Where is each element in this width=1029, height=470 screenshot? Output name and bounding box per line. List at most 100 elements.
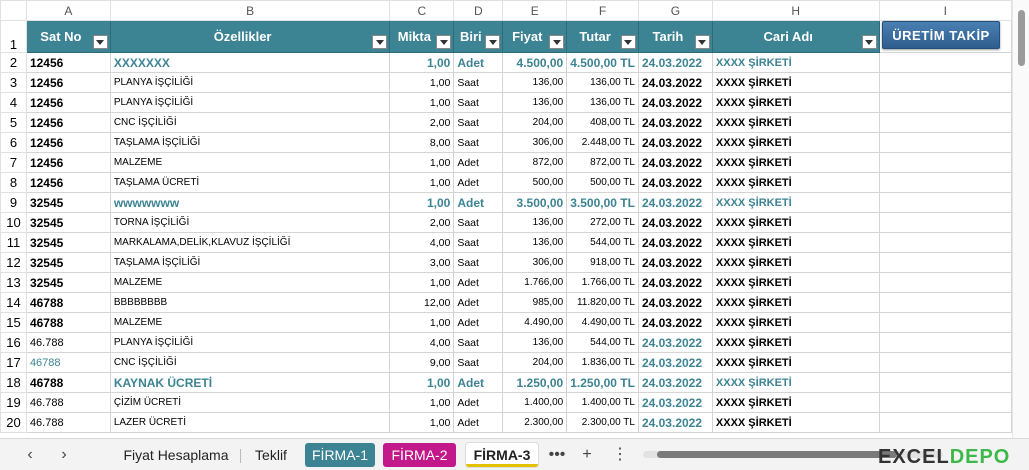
header-cari-adi[interactable]: Cari Adı [711, 20, 880, 53]
cell-sat-no[interactable]: 46.788 [25, 392, 111, 413]
cell-miktar[interactable]: 9,00 [389, 352, 455, 373]
cell-fiyat[interactable]: 4.500,00 [502, 52, 568, 73]
cell-sat-no[interactable]: 32545 [25, 232, 111, 253]
cell-tutar[interactable]: 544,00 TL [566, 232, 639, 253]
cell-i[interactable] [878, 92, 1012, 113]
cell-tutar[interactable]: 500,00 TL [566, 172, 639, 193]
cell-cari-adi[interactable]: XXXX ŞİRKETİ [711, 52, 880, 73]
cell-cari-adi[interactable]: XXXX ŞİRKETİ [711, 92, 880, 113]
cell-tarih[interactable]: 24.03.2022 [637, 212, 713, 233]
cell-fiyat[interactable]: 306,00 [502, 252, 568, 273]
cell-i[interactable] [878, 232, 1012, 253]
cell-miktar[interactable]: 1,00 [389, 92, 455, 113]
row-header[interactable]: 19 [0, 392, 27, 413]
cell-cari-adi[interactable]: XXXX ŞİRKETİ [711, 392, 880, 413]
next-sheet-icon[interactable]: › [54, 445, 74, 465]
cell-birim[interactable]: Saat [453, 92, 504, 113]
cell-fiyat[interactable]: 500,00 [502, 172, 568, 193]
cell-i[interactable] [878, 132, 1012, 153]
column-header-b[interactable]: B [109, 0, 391, 21]
row-header[interactable]: 13 [0, 272, 27, 293]
cell-sat-no[interactable]: 32545 [25, 192, 111, 213]
cell-cari-adi[interactable]: XXXX ŞİRKETİ [711, 72, 880, 93]
cell-tutar[interactable]: 872,00 TL [566, 152, 639, 173]
cell-i[interactable] [878, 72, 1012, 93]
cell-tutar[interactable]: 1.250,00 TL [566, 372, 639, 393]
cell-fiyat[interactable]: 204,00 [502, 112, 568, 133]
cell-i[interactable] [878, 272, 1012, 293]
cell-tutar[interactable]: 136,00 TL [566, 72, 639, 93]
cell-cari-adi[interactable]: XXXX ŞİRKETİ [711, 172, 880, 193]
cell-fiyat[interactable]: 1.400,00 [502, 392, 568, 413]
cell-tarih[interactable]: 24.03.2022 [637, 392, 713, 413]
cell-birim[interactable]: Adet [453, 292, 504, 313]
cell-miktar[interactable]: 1,00 [389, 192, 455, 213]
cell-fiyat[interactable]: 136,00 [502, 232, 568, 253]
cell-birim[interactable]: Adet [453, 192, 504, 213]
cell-fiyat[interactable]: 3.500,00 [502, 192, 568, 213]
cell-cari-adi[interactable]: XXXX ŞİRKETİ [711, 332, 880, 353]
uretim-takip-button[interactable]: ÜRETİM TAKİP [882, 21, 1000, 49]
cell-miktar[interactable]: 1,00 [389, 312, 455, 333]
cell-tarih[interactable]: 24.03.2022 [637, 192, 713, 213]
cell-ozellikler[interactable]: TAŞLAMA İŞÇİLİĞİ [109, 132, 391, 153]
cell-tutar[interactable]: 3.500,00 TL [566, 192, 639, 213]
cell-fiyat[interactable]: 306,00 [502, 132, 568, 153]
cell-tarih[interactable]: 24.03.2022 [637, 352, 713, 373]
select-all-corner[interactable] [0, 0, 27, 21]
cell-miktar[interactable]: 1,00 [389, 272, 455, 293]
cell-miktar[interactable]: 1,00 [389, 172, 455, 193]
cell-birim[interactable]: Adet [453, 372, 504, 393]
vertical-scrollbar-thumb[interactable] [1018, 10, 1025, 66]
column-header-e[interactable]: E [502, 0, 568, 21]
cell-fiyat[interactable]: 136,00 [502, 212, 568, 233]
row-header[interactable]: 10 [0, 212, 27, 233]
column-header-c[interactable]: C [389, 0, 455, 21]
cell-tarih[interactable]: 24.03.2022 [637, 412, 713, 433]
tab-firma-2[interactable]: FİRMA-2 [383, 443, 456, 467]
cell-birim[interactable]: Saat [453, 352, 504, 373]
cell-tarih[interactable]: 24.03.2022 [637, 172, 713, 193]
header-birim[interactable]: Biri [453, 20, 504, 53]
header-tutar[interactable]: Tutar [566, 20, 639, 53]
cell-tutar[interactable]: 2.448,00 TL [566, 132, 639, 153]
cell-ozellikler[interactable]: wwwwwww [109, 192, 391, 213]
cell-fiyat[interactable]: 4.490,00 [502, 312, 568, 333]
cell-sat-no[interactable]: 12456 [25, 172, 111, 193]
row-header[interactable]: 2 [0, 52, 27, 73]
cell-birim[interactable]: Adet [453, 172, 504, 193]
cell-miktar[interactable]: 1,00 [389, 392, 455, 413]
cell-i[interactable] [878, 252, 1012, 273]
cell-tarih[interactable]: 24.03.2022 [637, 112, 713, 133]
cell-tarih[interactable]: 24.03.2022 [637, 252, 713, 273]
cell-cari-adi[interactable]: XXXX ŞİRKETİ [711, 352, 880, 373]
cell-i[interactable] [878, 392, 1012, 413]
filter-dropdown-icon[interactable] [620, 35, 636, 49]
row-header[interactable]: 5 [0, 112, 27, 133]
cell-i[interactable] [878, 212, 1012, 233]
cell-ozellikler[interactable]: KAYNAK ÜCRETİ [109, 372, 391, 393]
cell-tutar[interactable]: 11.820,00 TL [566, 292, 639, 313]
cell-fiyat[interactable]: 1.250,00 [502, 372, 568, 393]
cell-miktar[interactable]: 12,00 [389, 292, 455, 313]
cell-ozellikler[interactable]: XXXXXXX [109, 52, 391, 73]
cell-fiyat[interactable]: 1.766,00 [502, 272, 568, 293]
cell-tarih[interactable]: 24.03.2022 [637, 72, 713, 93]
cell-tarih[interactable]: 24.03.2022 [637, 272, 713, 293]
cell-cari-adi[interactable]: XXXX ŞİRKETİ [711, 152, 880, 173]
row-header[interactable]: 12 [0, 252, 27, 273]
cell-tarih[interactable]: 24.03.2022 [637, 52, 713, 73]
cell-cari-adi[interactable]: XXXX ŞİRKETİ [711, 292, 880, 313]
cell-fiyat[interactable]: 204,00 [502, 352, 568, 373]
tab-fiyat-hesaplama[interactable]: Fiyat Hesaplama [116, 443, 236, 467]
cell-birim[interactable]: Adet [453, 412, 504, 433]
cell-sat-no[interactable]: 32545 [25, 212, 111, 233]
spreadsheet-grid[interactable]: A B C D E F G H I 1 Sat No Özellikler Mi… [0, 0, 1012, 438]
cell-fiyat[interactable]: 985,00 [502, 292, 568, 313]
cell-birim[interactable]: Saat [453, 232, 504, 253]
cell-tarih[interactable]: 24.03.2022 [637, 332, 713, 353]
tab-teklif[interactable]: Teklif [246, 443, 296, 467]
cell-cari-adi[interactable]: XXXX ŞİRKETİ [711, 272, 880, 293]
cell-miktar[interactable]: 4,00 [389, 332, 455, 353]
cell-i[interactable] [878, 152, 1012, 173]
